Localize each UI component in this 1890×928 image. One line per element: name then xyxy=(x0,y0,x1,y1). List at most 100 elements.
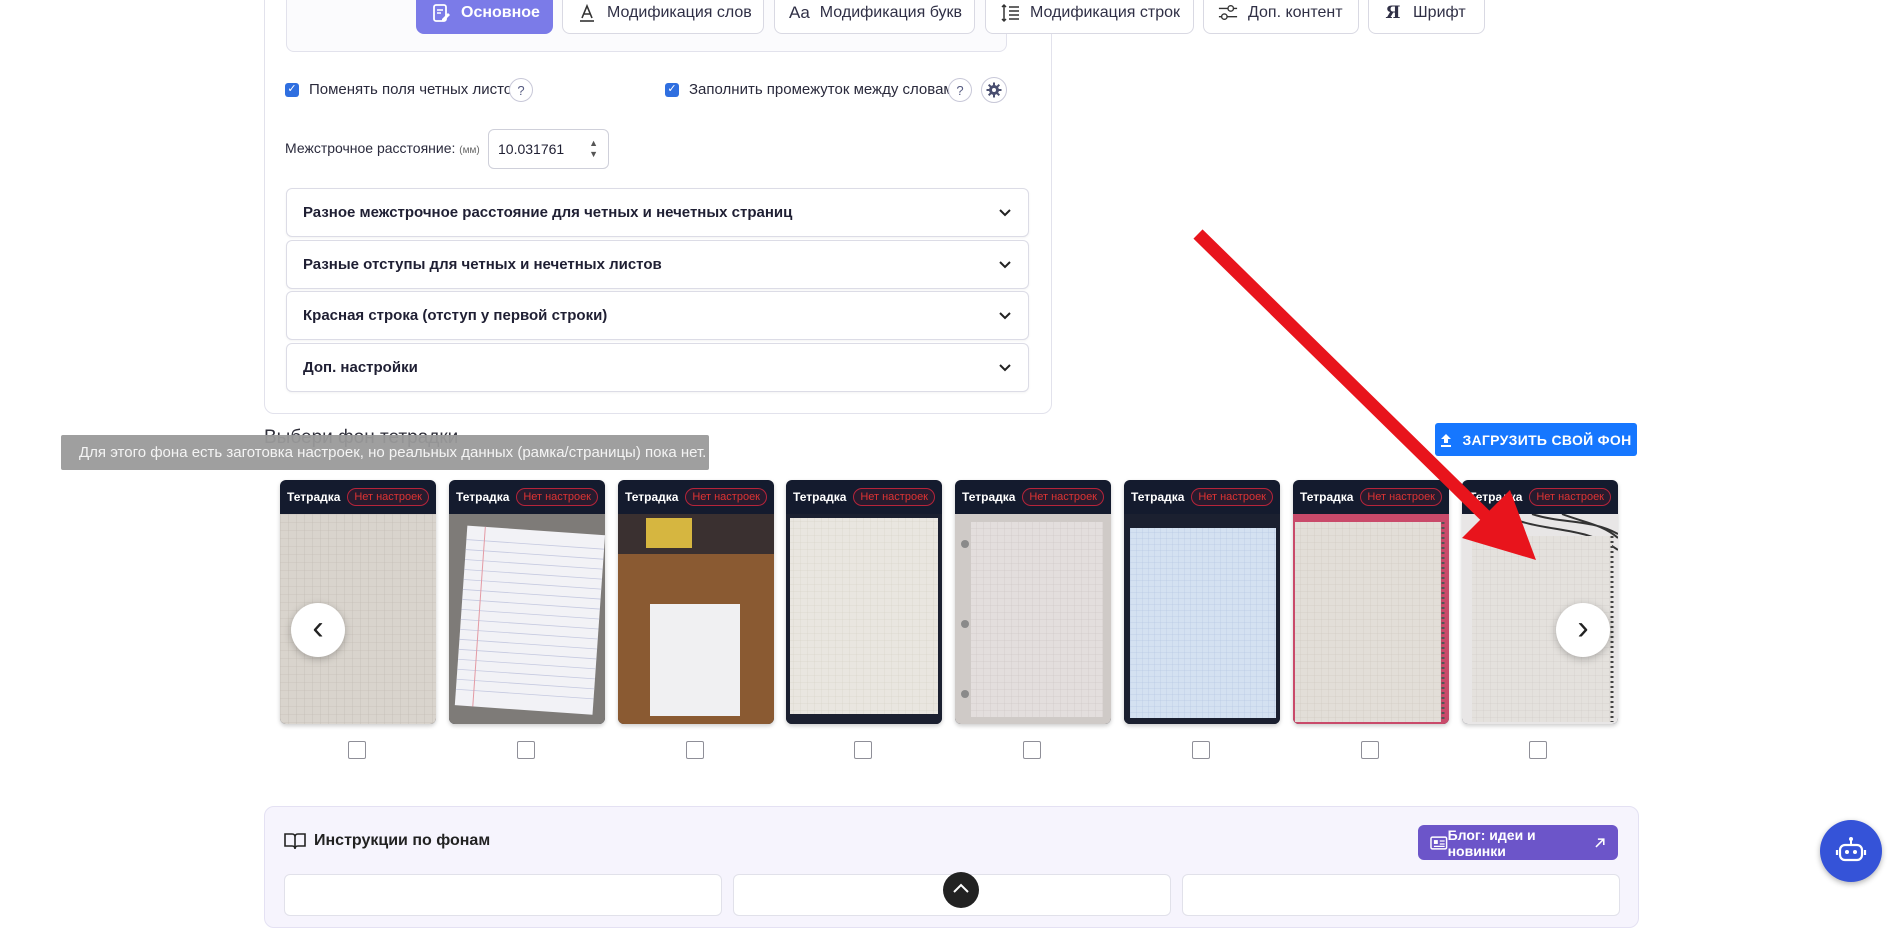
tab-label: Модификация слов xyxy=(607,4,752,21)
tooltip-text: Для этого фона есть заготовка настроек, … xyxy=(79,444,707,461)
notebook-thumbnail xyxy=(1293,514,1449,724)
chevron-left-icon: ‹ xyxy=(312,609,324,647)
background-select-checkbox[interactable] xyxy=(1361,741,1379,759)
chevron-up-icon xyxy=(953,883,969,893)
instruction-card[interactable] xyxy=(284,874,722,916)
gear-button[interactable] xyxy=(981,77,1007,103)
carousel-next-button[interactable]: › xyxy=(1556,603,1610,657)
robot-icon xyxy=(1835,837,1867,862)
line-spacing-label-wrap: Межстрочное расстояние: (мм) xyxy=(285,140,480,156)
notebook-thumbnail xyxy=(1124,514,1280,724)
blog-button[interactable]: Блог: идеи и новинки xyxy=(1418,825,1618,860)
accordion-label: Разные отступы для четных и нечетных лис… xyxy=(303,256,662,273)
accordion-label: Красная строка (отступ у первой строки) xyxy=(303,307,608,324)
tab-label: Шрифт xyxy=(1413,4,1466,21)
help-text: ? xyxy=(517,82,525,98)
background-card[interactable]: Тетрадка Нет настроек xyxy=(280,480,436,724)
gear-icon xyxy=(986,82,1002,98)
card-title: Тетрадка xyxy=(962,490,1016,504)
help-text: ? xyxy=(956,82,964,98)
edit-doc-icon xyxy=(431,3,451,23)
accordion-red-line[interactable]: Красная строка (отступ у первой строки) xyxy=(286,291,1029,340)
background-card[interactable]: Тетрадка Нет настроек xyxy=(1124,480,1280,724)
background-select-checkbox[interactable] xyxy=(1529,741,1547,759)
notebook-thumbnail xyxy=(449,514,605,724)
fill-gap-help-button[interactable]: ? xyxy=(948,78,972,102)
sliders-icon xyxy=(1218,3,1238,23)
background-select-checkbox[interactable] xyxy=(1192,741,1210,759)
chevron-down-icon xyxy=(999,311,1011,319)
accordion-spacing-even-odd[interactable]: Разное межстрочное расстояние для четных… xyxy=(286,188,1029,237)
chevron-down-icon xyxy=(999,363,1011,371)
tab-label: Модификация строк xyxy=(1030,4,1181,21)
no-settings-badge: Нет настроек xyxy=(516,488,598,506)
no-settings-badge: Нет настроек xyxy=(1360,488,1442,506)
line-spacing-icon xyxy=(1000,3,1020,23)
tab-label: Доп. контент xyxy=(1248,4,1343,21)
tab-line-mod[interactable]: Модификация строк xyxy=(985,0,1194,34)
background-card[interactable]: Тетрадка Нет настроек xyxy=(1293,480,1449,724)
no-settings-badge: Нет настроек xyxy=(347,488,429,506)
upload-icon xyxy=(1441,433,1452,447)
fill-gap-checkbox[interactable]: ✓ xyxy=(665,82,679,97)
chevron-right-icon: › xyxy=(1577,609,1589,647)
newspaper-icon xyxy=(1430,835,1448,850)
accordion-extra-settings[interactable]: Доп. настройки xyxy=(286,343,1029,392)
carousel-prev-button[interactable]: ‹ xyxy=(291,603,345,657)
background-card[interactable]: Тетрадка Нет настроек xyxy=(618,480,774,724)
tab-word-mod[interactable]: Модификация слов xyxy=(562,0,764,34)
background-card[interactable]: Тетрадка Нет настроек xyxy=(449,480,605,724)
instructions-title: Инструкции по фонам xyxy=(284,832,490,850)
tab-extra-content[interactable]: Доп. контент xyxy=(1203,0,1359,34)
blog-label: Блог: идеи и новинки xyxy=(1447,826,1536,859)
swap-margins-checkbox[interactable]: ✓ xyxy=(285,82,299,97)
card-title: Тетрадка xyxy=(625,490,679,504)
underline-a-icon xyxy=(577,3,597,23)
card-title: Тетрадка xyxy=(793,490,847,504)
tab-basic[interactable]: Основное xyxy=(416,0,553,34)
accordion-indents-even-odd[interactable]: Разные отступы для четных и нечетных лис… xyxy=(286,240,1029,289)
background-card[interactable]: Тетрадка Нет настроек xyxy=(955,480,1111,724)
notebook-thumbnail xyxy=(786,514,942,724)
background-select-checkbox[interactable] xyxy=(348,741,366,759)
tab-letter-mod[interactable]: Aa Модификация букв xyxy=(774,0,975,34)
open-book-icon xyxy=(284,833,306,850)
chevron-down-icon xyxy=(999,260,1011,268)
swap-margins-row: ✓ Поменять поля четных листов xyxy=(285,81,520,98)
scroll-top-button[interactable] xyxy=(943,872,979,908)
tooltip: Для этого фона есть заготовка настроек, … xyxy=(61,435,709,470)
stepper-arrows-icon[interactable]: ▲ ▼ xyxy=(589,138,598,160)
line-spacing-label: Межстрочное расстояние: xyxy=(285,140,456,156)
background-select-checkbox[interactable] xyxy=(517,741,535,759)
font-icon: Я xyxy=(1385,3,1401,23)
fill-gap-row: ✓ Заполнить промежуток между словами xyxy=(665,81,962,98)
fill-gap-label: Заполнить промежуток между словами xyxy=(689,81,963,98)
tab-font[interactable]: Я Шрифт xyxy=(1368,0,1485,34)
tab-label: Модификация букв xyxy=(819,4,962,21)
upload-background-button[interactable]: ЗАГРУЗИТЬ СВОЙ ФОН xyxy=(1435,423,1637,456)
tab-label: Основное xyxy=(461,4,540,21)
line-spacing-value: 10.031761 xyxy=(498,141,565,157)
swap-margins-help-button[interactable]: ? xyxy=(509,78,533,102)
card-title: Тетрадка xyxy=(1300,490,1354,504)
card-title: Тетрадка xyxy=(1469,490,1523,504)
line-spacing-input[interactable]: 10.031761 ▲ ▼ xyxy=(488,129,609,169)
notebook-thumbnail xyxy=(955,514,1111,724)
background-card[interactable]: Тетрадка Нет настроек xyxy=(1462,480,1618,724)
aa-letters-icon: Aa xyxy=(789,3,810,22)
notebook-thumbnail xyxy=(618,514,774,724)
background-select-checkbox[interactable] xyxy=(854,741,872,759)
no-settings-badge: Нет настроек xyxy=(853,488,935,506)
swap-margins-label: Поменять поля четных листов xyxy=(309,81,521,98)
line-spacing-unit: (мм) xyxy=(459,145,480,156)
instruction-card[interactable] xyxy=(1182,874,1620,916)
no-settings-badge: Нет настроек xyxy=(1022,488,1104,506)
background-card[interactable]: Тетрадка Нет настроек xyxy=(786,480,942,724)
instructions-title-text: Инструкции по фонам xyxy=(314,832,491,849)
background-select-checkbox[interactable] xyxy=(686,741,704,759)
external-arrow-icon xyxy=(1595,837,1605,847)
chat-bot-button[interactable] xyxy=(1820,820,1882,882)
upload-label: ЗАГРУЗИТЬ СВОЙ ФОН xyxy=(1462,431,1632,448)
background-select-checkbox[interactable] xyxy=(1023,741,1041,759)
no-settings-badge: Нет настроек xyxy=(685,488,767,506)
